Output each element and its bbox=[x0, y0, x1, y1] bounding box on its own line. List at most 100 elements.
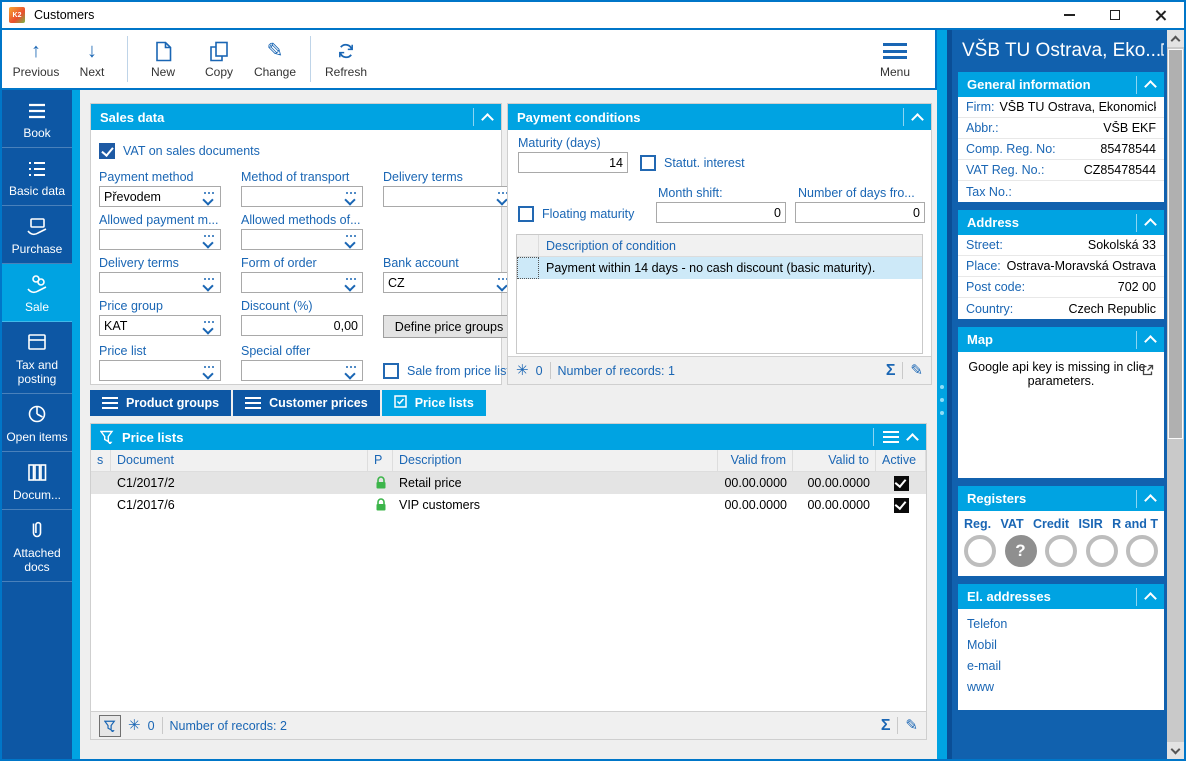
previous-button[interactable]: ↑ Previous bbox=[8, 39, 64, 79]
col-header-s[interactable]: s bbox=[91, 450, 111, 472]
maturity-value: 14 bbox=[609, 155, 623, 170]
statut-interest-checkbox[interactable] bbox=[640, 155, 656, 171]
register-status-credit[interactable] bbox=[1045, 535, 1077, 567]
collapse-icon[interactable] bbox=[481, 112, 494, 126]
row-selector-cell bbox=[91, 472, 111, 494]
collapse-icon[interactable] bbox=[1144, 592, 1157, 605]
row-selector-cell[interactable] bbox=[517, 257, 539, 279]
menu-button[interactable]: Menu bbox=[867, 39, 923, 79]
sidebar-item-book[interactable]: Book bbox=[2, 90, 72, 148]
tab-product-groups[interactable]: Product groups bbox=[90, 390, 232, 416]
el-address-email[interactable]: e-mail bbox=[958, 656, 1164, 677]
vat-checkbox[interactable] bbox=[99, 143, 115, 159]
allowed-payment-methods-combo[interactable] bbox=[99, 229, 221, 250]
maturity-input[interactable]: 14 bbox=[518, 152, 628, 173]
sidebar-item-label: Book bbox=[23, 126, 51, 140]
sidebar-item-attached-docs[interactable]: Attached docs bbox=[2, 510, 72, 582]
col-header-document[interactable]: Document bbox=[111, 450, 368, 472]
col-header-valid-to[interactable]: Valid to bbox=[793, 450, 876, 472]
change-button[interactable]: ✎ Change bbox=[247, 39, 303, 79]
left-splitter[interactable] bbox=[72, 90, 80, 759]
discount-value: 0,00 bbox=[333, 318, 358, 333]
right-info-panel: VŠB TU Ostrava, Eko... General informati… bbox=[952, 30, 1184, 759]
right-splitter[interactable] bbox=[937, 30, 947, 759]
register-status-vat[interactable]: ? bbox=[1004, 535, 1037, 567]
filter-funnel-icon[interactable] bbox=[100, 430, 114, 444]
external-link-icon[interactable] bbox=[1142, 364, 1154, 379]
minimize-button[interactable] bbox=[1046, 2, 1092, 28]
active-checkbox[interactable] bbox=[893, 497, 909, 513]
sales-data-header: Sales data bbox=[91, 104, 501, 130]
reg-no-value: 85478544 bbox=[1100, 142, 1156, 156]
sidebar-item-label: Purchase bbox=[11, 242, 63, 256]
sum-icon[interactable]: Σ bbox=[881, 718, 891, 734]
payment-method-value: Převodem bbox=[104, 189, 161, 204]
tab-customer-prices[interactable]: Customer prices bbox=[233, 390, 380, 416]
sum-icon[interactable]: Σ bbox=[886, 363, 896, 379]
register-label-credit: Credit bbox=[1032, 517, 1070, 531]
table-row[interactable]: C1/2017/6 VIP customers 00.00.0000 00.00… bbox=[91, 494, 926, 516]
allowed-methods-of-combo[interactable] bbox=[241, 229, 363, 250]
sidebar-item-purchase[interactable]: Purchase bbox=[2, 206, 72, 264]
col-header-p[interactable]: P bbox=[368, 450, 393, 472]
collapse-icon[interactable] bbox=[1144, 494, 1157, 507]
price-group-combo[interactable]: KAT bbox=[99, 315, 221, 336]
scroll-up-button[interactable] bbox=[1167, 30, 1184, 47]
register-status-randt[interactable] bbox=[1126, 535, 1158, 567]
el-address-mobil[interactable]: Mobil bbox=[958, 635, 1164, 656]
collapse-icon[interactable] bbox=[1144, 218, 1157, 231]
table-row[interactable]: C1/2017/2 Retail price 00.00.0000 00.00.… bbox=[91, 472, 926, 494]
note-icon[interactable] bbox=[1161, 40, 1164, 62]
number-of-days-input[interactable]: 0 bbox=[795, 202, 925, 223]
scrollbar-thumb[interactable] bbox=[1168, 49, 1183, 439]
price-list-combo[interactable] bbox=[99, 360, 221, 381]
sale-from-price-list-checkbox[interactable] bbox=[383, 362, 399, 379]
collapse-icon[interactable] bbox=[1144, 335, 1157, 348]
snowflake-icon[interactable]: ✳ bbox=[516, 363, 529, 378]
payment-method-combo[interactable]: Převodem bbox=[99, 186, 221, 207]
collapse-icon[interactable] bbox=[1144, 80, 1157, 93]
month-shift-input[interactable]: 0 bbox=[656, 202, 786, 223]
new-button[interactable]: New bbox=[135, 39, 191, 79]
edit-pencil-icon[interactable]: ✎ bbox=[910, 363, 923, 378]
grid-menu-icon[interactable] bbox=[883, 431, 899, 443]
floating-maturity-checkbox[interactable] bbox=[518, 206, 534, 222]
sidebar-item-tax-and-posting[interactable]: Tax and posting bbox=[2, 322, 72, 394]
register-status-reg[interactable] bbox=[964, 535, 996, 567]
col-header-description[interactable]: Description bbox=[393, 450, 718, 472]
special-offer-combo[interactable] bbox=[241, 360, 363, 381]
discount-input[interactable]: 0,00 bbox=[241, 315, 363, 336]
close-button[interactable] bbox=[1138, 2, 1184, 28]
sidebar-item-documents[interactable]: Docum... bbox=[2, 452, 72, 510]
delivery-terms2-combo[interactable] bbox=[99, 272, 221, 293]
left-sidebar: Book Basic data Purchase Sale Tax and po… bbox=[2, 90, 72, 759]
col-header-valid-from[interactable]: Valid from bbox=[718, 450, 793, 472]
el-address-www[interactable]: www bbox=[958, 677, 1164, 698]
scroll-down-button[interactable] bbox=[1167, 742, 1184, 759]
edit-pencil-icon[interactable]: ✎ bbox=[905, 718, 918, 733]
snowflake-icon[interactable]: ✳ bbox=[128, 718, 141, 733]
method-of-transport-combo[interactable] bbox=[241, 186, 363, 207]
filter-toggle-button[interactable] bbox=[99, 714, 121, 737]
register-status-isir[interactable] bbox=[1085, 535, 1118, 567]
delivery-terms-combo[interactable] bbox=[383, 186, 515, 207]
statusbar-separator bbox=[902, 362, 904, 379]
refresh-button[interactable]: Refresh bbox=[318, 39, 374, 79]
maximize-button[interactable] bbox=[1092, 2, 1138, 28]
next-button[interactable]: ↓ Next bbox=[64, 39, 120, 79]
right-scrollbar[interactable] bbox=[1167, 30, 1184, 759]
copy-button[interactable]: Copy bbox=[191, 39, 247, 79]
el-address-telefon[interactable]: Telefon bbox=[958, 614, 1164, 635]
sidebar-item-open-items[interactable]: Open items bbox=[2, 394, 72, 452]
table-row[interactable]: Payment within 14 days - no cash discoun… bbox=[517, 257, 922, 279]
define-price-groups-button[interactable]: Define price groups bbox=[383, 315, 515, 338]
col-header-active[interactable]: Active bbox=[876, 450, 926, 472]
form-of-order-combo[interactable] bbox=[241, 272, 363, 293]
bank-account-combo[interactable]: CZ bbox=[383, 272, 515, 293]
sidebar-item-basic-data[interactable]: Basic data bbox=[2, 148, 72, 206]
collapse-icon[interactable] bbox=[911, 112, 924, 126]
tab-price-lists[interactable]: Price lists bbox=[381, 390, 486, 416]
active-checkbox[interactable] bbox=[893, 475, 909, 491]
sidebar-item-sale[interactable]: Sale bbox=[2, 264, 72, 322]
collapse-icon[interactable] bbox=[906, 432, 919, 446]
